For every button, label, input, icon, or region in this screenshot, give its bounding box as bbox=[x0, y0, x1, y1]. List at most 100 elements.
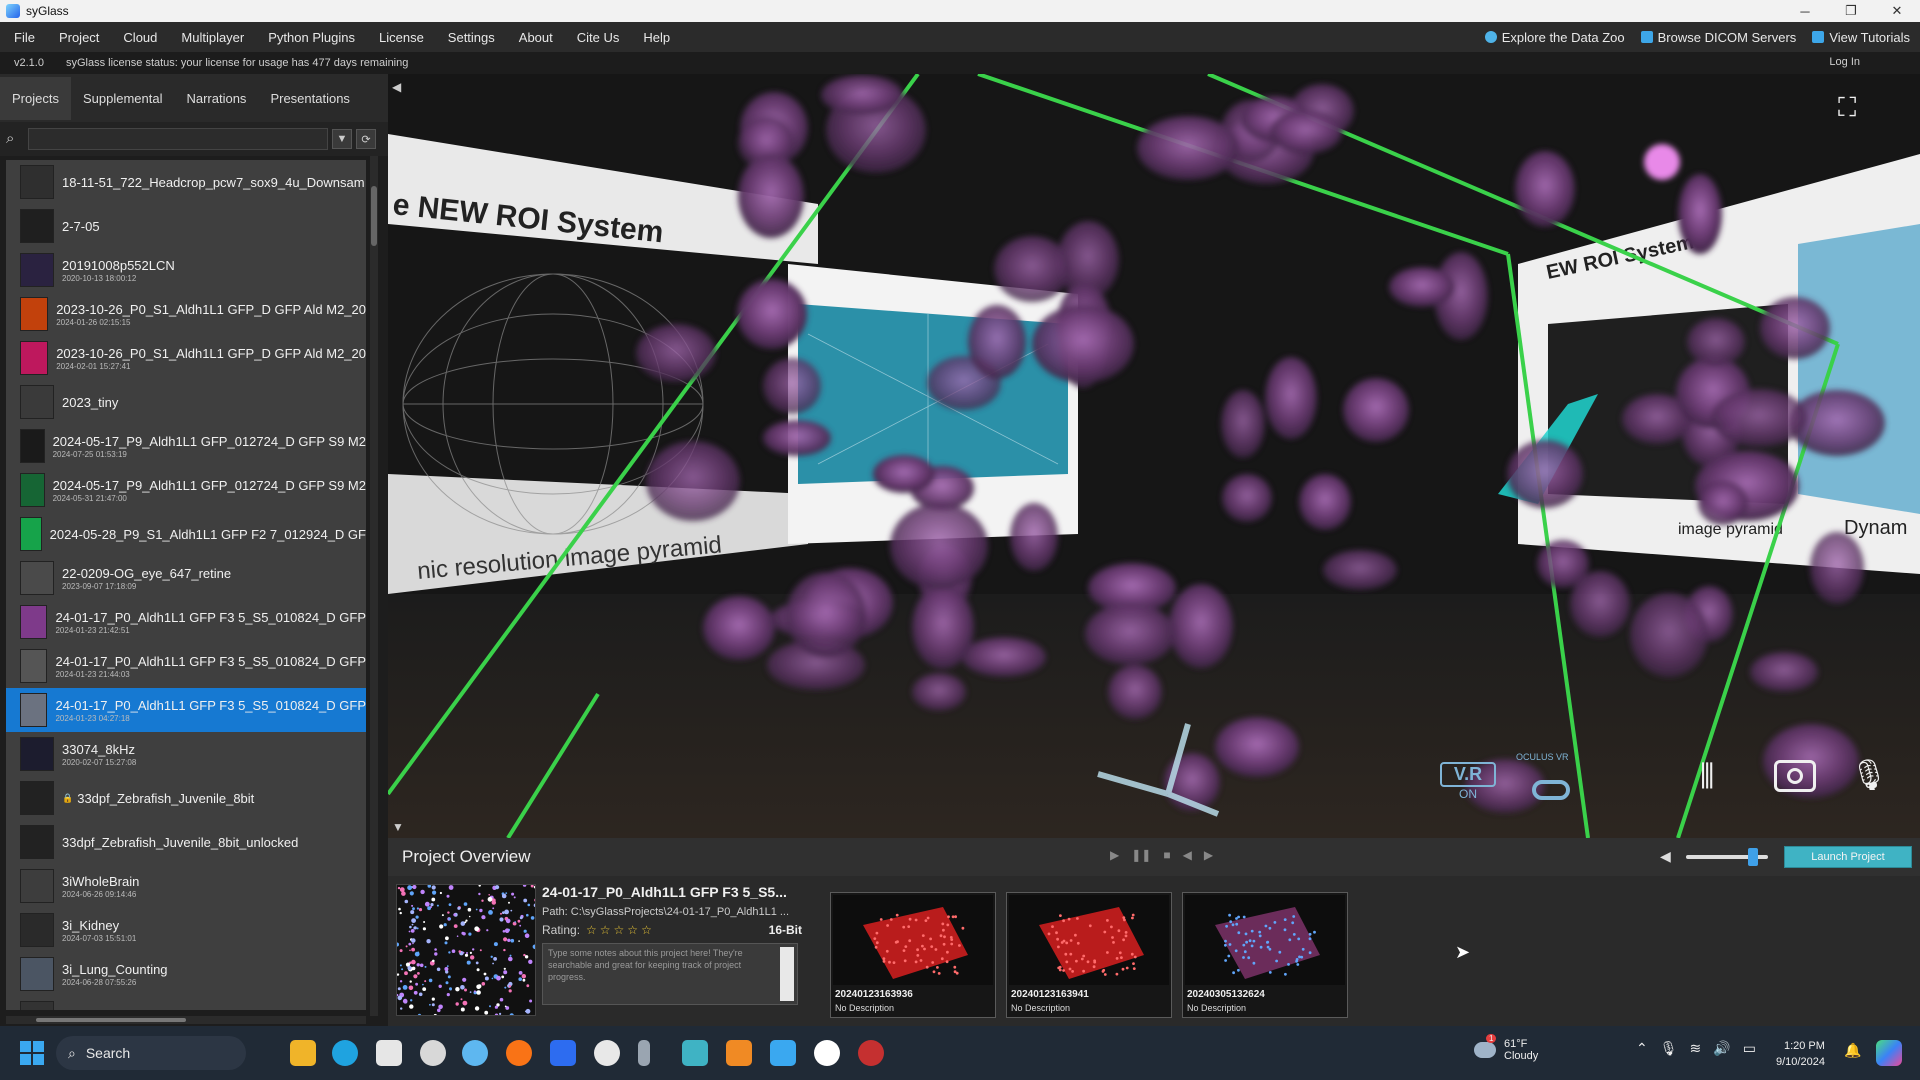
menu-settings[interactable]: Settings bbox=[434, 30, 505, 45]
project-list-item[interactable]: 3iWholeBrain 2024-06-26 09:14:46 bbox=[6, 864, 366, 908]
project-list-item[interactable]: 2023-10-26_P0_S1_Aldh1L1 GFP_D GFP Ald M… bbox=[6, 336, 366, 380]
project-list-item[interactable]: 3i_Lung_Counting 2024-06-28 07:55:26 bbox=[6, 952, 366, 996]
project-list-item[interactable]: 22-0209-OG_eye_647_retine 2023-09-07 17:1… bbox=[6, 556, 366, 600]
wifi-icon[interactable]: ≋ bbox=[1690, 1040, 1702, 1057]
oculus-headset-icon[interactable] bbox=[1532, 780, 1570, 800]
search-input[interactable] bbox=[28, 128, 328, 150]
firefox-icon[interactable] bbox=[506, 1040, 532, 1066]
rating-stars[interactable]: ☆☆☆☆☆ bbox=[586, 923, 655, 937]
explore-data-zoo-link[interactable]: Explore the Data Zoo bbox=[1484, 30, 1625, 45]
project-list-item[interactable]: 33dpf_Zebrafish_Juvenile_8bit_unlocked bbox=[6, 820, 366, 864]
project-list-scrollbar[interactable] bbox=[370, 156, 378, 1016]
menu-cite-us[interactable]: Cite Us bbox=[563, 30, 630, 45]
menu-multiplayer[interactable]: Multiplayer bbox=[167, 30, 254, 45]
weather-widget[interactable]: 1 61°F Cloudy bbox=[1474, 1034, 1538, 1062]
project-list-item[interactable]: 33074_8kHz 2020-02-07 15:27:08 bbox=[6, 732, 366, 776]
menu-about[interactable]: About bbox=[505, 30, 563, 45]
collapse-down-icon[interactable]: ▼ bbox=[392, 820, 404, 834]
project-list-hscrollbar[interactable] bbox=[6, 1016, 366, 1024]
fullscreen-icon[interactable]: ⛶ bbox=[1838, 92, 1856, 124]
thumbnail-speck bbox=[397, 973, 400, 976]
volume-icon[interactable]: ◀ bbox=[1660, 848, 1671, 865]
snapshot-speck bbox=[1227, 954, 1231, 958]
pen-app-icon[interactable] bbox=[638, 1040, 650, 1066]
tab-narrations[interactable]: Narrations bbox=[174, 77, 258, 120]
project-list-item[interactable]: 2024-05-17_P9_Aldh1L1 GFP_012724_D GFP S… bbox=[6, 468, 366, 512]
snapshot-card[interactable]: 20240123163941 No Description bbox=[1006, 892, 1172, 1018]
project-list-item[interactable]: 20191008p552LCN 2020-10-13 18:00:12 bbox=[6, 248, 366, 292]
camera-icon[interactable] bbox=[1774, 760, 1816, 792]
speaker-icon[interactable]: 🔊 bbox=[1713, 1040, 1730, 1057]
tab-presentations[interactable]: Presentations bbox=[258, 77, 362, 120]
project-list-item[interactable]: 3i_Lung_C... bbox=[6, 996, 366, 1010]
stop-icon[interactable]: ■ bbox=[1163, 848, 1170, 862]
thumbnail-speck bbox=[510, 909, 513, 912]
snapshot-card[interactable]: 20240123163936 No Description bbox=[830, 892, 996, 1018]
project-list-item[interactable]: 24-01-17_P0_Aldh1L1 GFP F3 5_S5_010824_D… bbox=[6, 688, 366, 732]
syglass-taskbar-icon[interactable] bbox=[682, 1040, 708, 1066]
battery-icon[interactable]: ▭ bbox=[1743, 1040, 1756, 1057]
alien-app-icon[interactable] bbox=[420, 1040, 446, 1066]
project-list-item[interactable]: 2-7-05 bbox=[6, 204, 366, 248]
project-list-item[interactable]: 18-11-51_722_Headcrop_pcw7_sox9_4u_Downs… bbox=[6, 160, 366, 204]
project-list-item[interactable]: 2024-05-17_P9_Aldh1L1 GFP_012724_D GFP S… bbox=[6, 424, 366, 468]
menu-python-plugins[interactable]: Python Plugins bbox=[254, 30, 365, 45]
taskbar-search[interactable]: ⌕ Search bbox=[56, 1036, 246, 1070]
play-icon[interactable]: ▶ bbox=[1110, 848, 1119, 862]
meta-icon[interactable] bbox=[814, 1040, 840, 1066]
edge-icon[interactable] bbox=[332, 1040, 358, 1066]
menu-license[interactable]: License bbox=[365, 30, 434, 45]
filter-button[interactable]: ▼ bbox=[332, 129, 352, 149]
file-explorer-icon[interactable] bbox=[290, 1040, 316, 1066]
tab-supplemental[interactable]: Supplemental bbox=[71, 77, 175, 120]
windows-start-icon[interactable] bbox=[20, 1041, 44, 1065]
volume-viewport[interactable]: e NEW ROI System nic resolution image py… bbox=[388, 74, 1920, 838]
project-notes-field[interactable]: Type some notes about this project here!… bbox=[542, 943, 798, 1005]
project-list-item[interactable]: 2024-05-28_P9_S1_Aldh1L1 GFP F2 7_012924… bbox=[6, 512, 366, 556]
view-tutorials-link[interactable]: View Tutorials bbox=[1812, 30, 1910, 45]
browse-dicom-link[interactable]: Browse DICOM Servers bbox=[1640, 30, 1796, 45]
pause-icon[interactable]: ❚❚ bbox=[1131, 848, 1151, 862]
office-icon[interactable] bbox=[726, 1040, 752, 1066]
project-list-item[interactable]: 2023_tiny bbox=[6, 380, 366, 424]
split-view-icon[interactable]: ⫴ bbox=[1700, 758, 1714, 797]
menu-help[interactable]: Help bbox=[629, 30, 680, 45]
recorder-icon[interactable] bbox=[858, 1040, 884, 1066]
project-list-item[interactable]: 2023-10-26_P0_S1_Aldh1L1 GFP_D GFP Ald M… bbox=[6, 292, 366, 336]
volume-slider-handle[interactable] bbox=[1748, 848, 1759, 866]
microphone-tray-icon[interactable]: 🎙 bbox=[1660, 1040, 1678, 1057]
menu-cloud[interactable]: Cloud bbox=[109, 30, 167, 45]
snapshot-speck bbox=[1118, 951, 1122, 955]
chevron-up-icon[interactable]: ⌃ bbox=[1636, 1040, 1648, 1057]
maximize-button[interactable]: ❐ bbox=[1828, 0, 1874, 22]
close-button[interactable]: ✕ bbox=[1874, 0, 1920, 22]
project-list-item[interactable]: 3i_Kidney 2024-07-03 15:51:01 bbox=[6, 908, 366, 952]
launch-project-button[interactable]: Launch Project bbox=[1784, 846, 1912, 868]
project-list-item[interactable]: 24-01-17_P0_Aldh1L1 GFP F3 5_S5_010824_D… bbox=[6, 600, 366, 644]
window-app-icon[interactable] bbox=[770, 1040, 796, 1066]
clock[interactable]: 1:20 PM 9/10/2024 bbox=[1776, 1038, 1825, 1070]
microphone-icon[interactable]: 🎙 bbox=[1850, 758, 1888, 793]
project-list-item[interactable]: 24-01-17_P0_Aldh1L1 GFP F3 5_S5_010824_D… bbox=[6, 644, 366, 688]
snapshot-card[interactable]: 20240305132624 No Description bbox=[1182, 892, 1348, 1018]
menu-file[interactable]: File bbox=[0, 30, 45, 45]
slack-icon[interactable] bbox=[594, 1040, 620, 1066]
next-icon[interactable]: ▶ bbox=[1204, 848, 1213, 862]
prev-icon[interactable]: ◀ bbox=[1183, 848, 1192, 862]
login-link[interactable]: Log In bbox=[1829, 56, 1860, 68]
zoom-icon[interactable] bbox=[550, 1040, 576, 1066]
store-icon[interactable] bbox=[376, 1040, 402, 1066]
minimize-button[interactable]: ─ bbox=[1782, 0, 1828, 22]
notes-scrollbar[interactable] bbox=[780, 947, 794, 1001]
collapse-left-icon[interactable]: ◀ bbox=[392, 80, 401, 94]
globe-app-icon[interactable] bbox=[462, 1040, 488, 1066]
refresh-button[interactable]: ⟳ bbox=[356, 129, 376, 149]
project-thumbnail bbox=[20, 869, 54, 903]
vr-toggle[interactable]: V.R ON bbox=[1440, 762, 1496, 801]
project-list-item[interactable]: 🔒 33dpf_Zebrafish_Juvenile_8bit bbox=[6, 776, 366, 820]
thumbnail-speck bbox=[399, 964, 402, 967]
notification-bell-icon[interactable]: 🔔 bbox=[1844, 1042, 1861, 1059]
tab-projects[interactable]: Projects bbox=[0, 76, 71, 120]
menu-project[interactable]: Project bbox=[45, 30, 109, 45]
copilot-icon[interactable] bbox=[1876, 1040, 1902, 1066]
